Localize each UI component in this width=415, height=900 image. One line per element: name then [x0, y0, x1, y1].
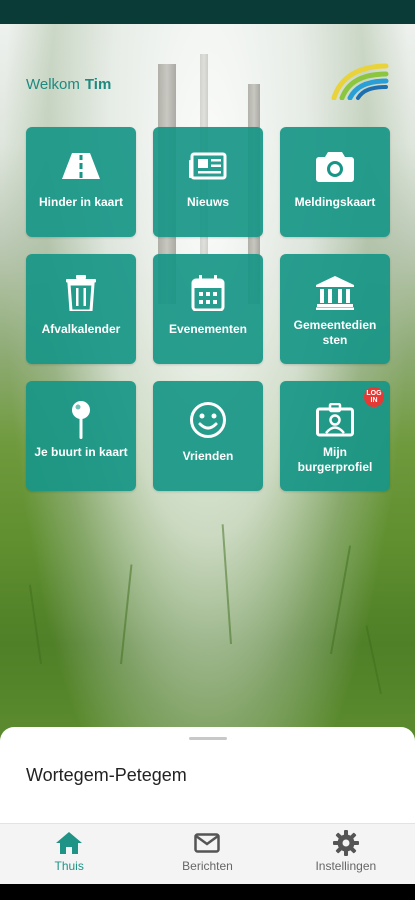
welcome-text: Welkom [26, 75, 80, 93]
nav-label: Berichten [182, 859, 233, 873]
tile-nieuws[interactable]: Nieuws [153, 127, 263, 237]
tile-label: Je buurt in kaart [34, 445, 128, 459]
feature-grid: Hinder in kaart Nieuws Meldingskaart Afv… [26, 127, 390, 493]
smiley-icon [190, 402, 226, 438]
tile-mijn-burgerprofiel[interactable]: LOG IN Mijn burgerprofiel [280, 381, 390, 491]
profile-card-icon [316, 403, 354, 437]
sheet-drag-handle[interactable] [189, 737, 227, 740]
tile-gemeentediensten[interactable]: Gemeentedien sten [280, 254, 390, 364]
bottom-navigation: Thuis Berichten Instellingen [0, 823, 415, 884]
camera-icon [316, 152, 354, 182]
tile-label: Gemeentedien sten [293, 318, 377, 347]
nav-label: Instellingen [315, 859, 377, 873]
login-badge: LOG IN [364, 387, 384, 407]
user-name: Tim [84, 75, 112, 93]
tile-label: Nieuws [186, 195, 229, 209]
mail-icon [194, 833, 221, 853]
nav-label: Thuis [54, 859, 84, 873]
gear-icon [332, 830, 359, 856]
status-bar [0, 0, 415, 24]
grass-blade [120, 564, 133, 665]
grass-blade [330, 545, 352, 655]
welcome-header: Welkom Tim [26, 72, 111, 96]
municipality-logo [331, 63, 389, 100]
tile-vrienden[interactable]: Vrienden [153, 381, 263, 491]
municipality-name: Wortegem-Petegem [26, 765, 187, 785]
tile-hinder-in-kaart[interactable]: Hinder in kaart [26, 127, 136, 237]
tile-label: Vrienden [182, 449, 234, 463]
system-navigation-bar [0, 884, 415, 900]
tile-label: Meldingskaart [294, 195, 376, 209]
tile-label: Hinder in kaart [38, 195, 124, 209]
home-icon [56, 832, 83, 854]
grass-blade [365, 625, 382, 695]
nav-item-berichten[interactable]: Berichten [138, 824, 276, 884]
tile-afvalkalender[interactable]: Afvalkalender [26, 254, 136, 364]
road-icon [62, 153, 100, 179]
calendar-icon [191, 275, 225, 311]
grass-blade [28, 584, 42, 665]
tile-je-buurt-in-kaart[interactable]: Je buurt in kaart [26, 381, 136, 491]
map-pin-icon [72, 401, 90, 439]
tile-evenementen[interactable]: Evenementen [153, 254, 263, 364]
tile-label: Evenementen [168, 322, 248, 336]
grass-blade [221, 524, 232, 645]
nav-item-instellingen[interactable]: Instellingen [277, 824, 415, 884]
nav-item-thuis[interactable]: Thuis [0, 824, 138, 884]
tile-label: Mijn burgerprofiel [297, 445, 373, 474]
home-screen: Welkom Tim Hinder in kaart Nieuws Meldin… [0, 24, 415, 884]
trash-icon [66, 275, 96, 311]
municipal-building-icon [316, 276, 354, 310]
newspaper-icon [189, 152, 227, 180]
tile-label: Afvalkalender [41, 322, 121, 336]
tile-meldingskaart[interactable]: Meldingskaart [280, 127, 390, 237]
